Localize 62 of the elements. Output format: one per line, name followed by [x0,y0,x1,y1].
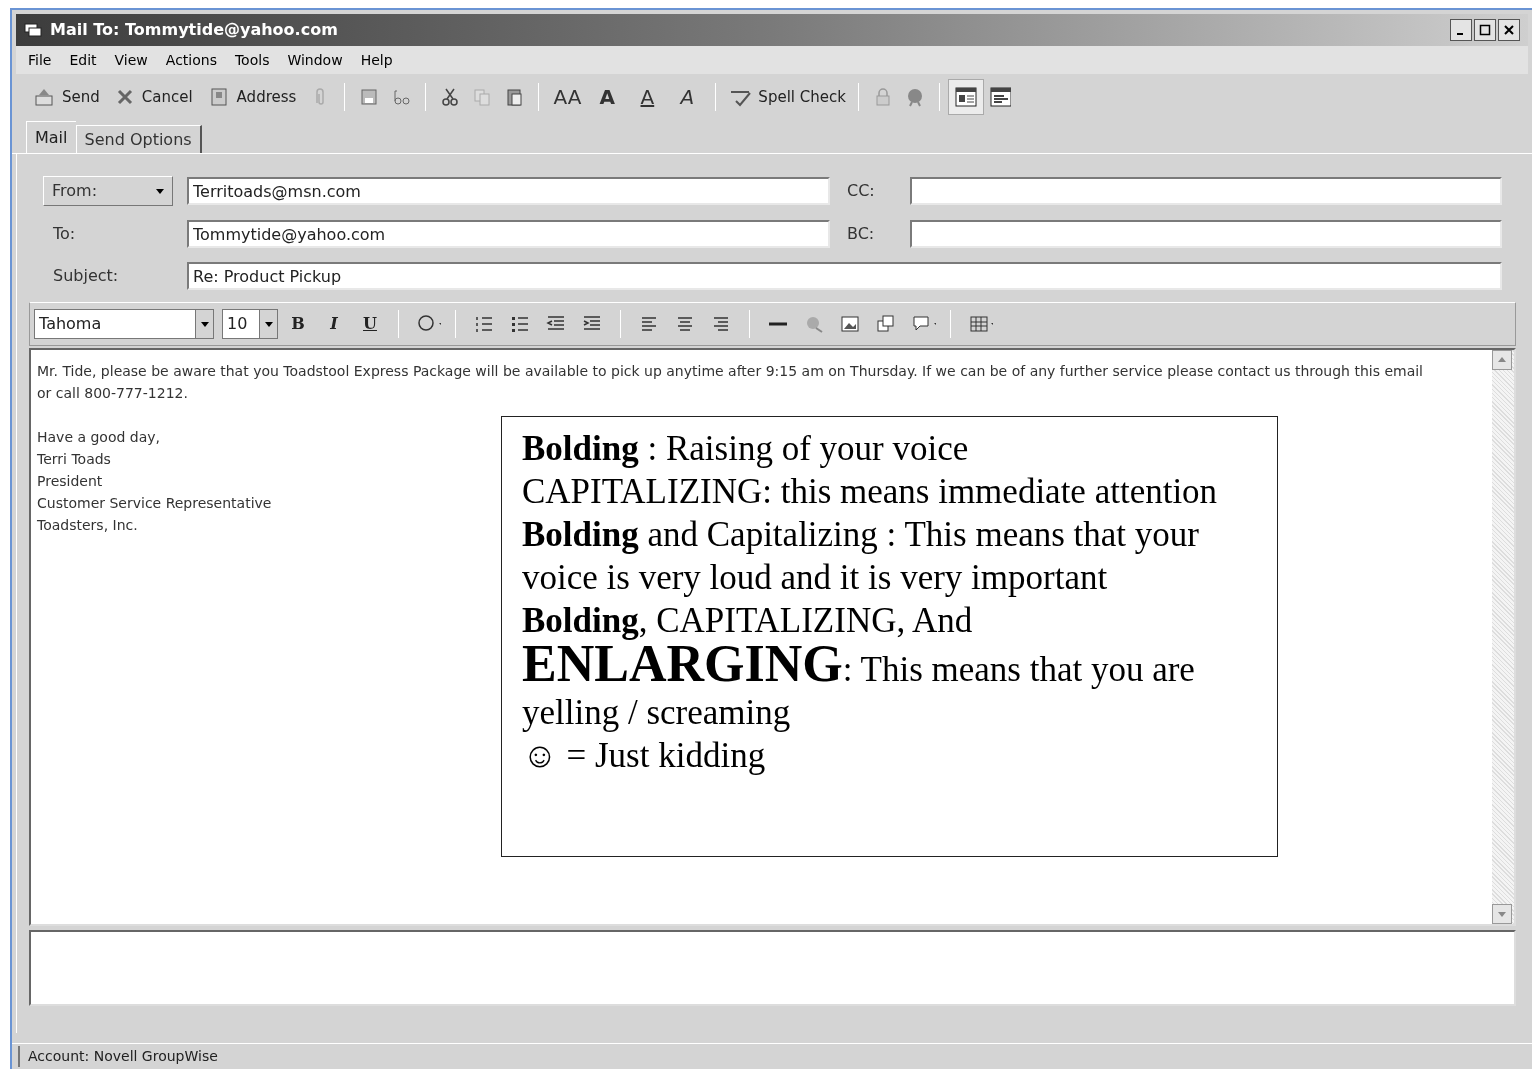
mail-icon [24,22,42,38]
menu-item[interactable]: Help [360,49,393,71]
bc-field[interactable] [910,220,1502,248]
to-field[interactable]: Tommytide@yahoo.com [187,220,830,248]
scroll-up-icon[interactable] [1492,350,1512,370]
font-style-button[interactable]: AA [547,81,588,113]
signature-line: Toadsters, Inc. [37,516,138,535]
subject-label: Subject: [52,265,120,287]
note-text: Bolding, CAPITALIZING, And ENLARGING: This means that you are yelling / screaming [522,600,1196,734]
italic-button[interactable]: I [318,312,350,336]
scroll-down-icon[interactable] [1492,904,1512,924]
tab[interactable]: Send Options [75,125,202,153]
close-button[interactable] [1498,19,1520,41]
address-button[interactable]: Address [200,81,305,113]
window-title: Mail To: Tommytide@yahoo.com [50,19,338,41]
to-label: To: [52,223,77,245]
menu-item[interactable]: Window [287,49,343,71]
close-icon [1503,24,1515,36]
menu-item[interactable]: File [28,49,52,71]
status-text: Account: Novell GroupWise [18,1046,218,1067]
font-style-button[interactable]: A [587,81,628,113]
signature-line: Terri Toads [37,450,111,469]
caret-icon [156,188,164,194]
maximize-button[interactable] [1474,19,1496,41]
menu-item[interactable]: Actions [165,49,217,71]
layout-view-icon [954,87,977,107]
bc-label: BC: [846,223,876,245]
send-button[interactable]: Send [26,81,108,113]
tray-arrow-icon [34,87,54,107]
minimize-button[interactable] [1450,19,1472,41]
note-text: Bolding : Raising of your voice [522,428,970,470]
signature-line: President [37,472,103,491]
caret-icon [200,321,209,327]
signature-line: Have a good day, [37,428,161,447]
x-icon [115,88,134,106]
note-text: ☺ = Just kidding [522,735,767,777]
signature-line: Customer Service Representative [37,494,272,513]
cancel-button[interactable]: Cancel [107,81,201,113]
cc-field[interactable] [910,177,1502,205]
menu-item[interactable]: View [114,49,148,71]
font-style-button[interactable]: A [667,81,708,113]
underline-button[interactable]: U [354,312,386,336]
menu-item[interactable]: Tools [234,49,270,71]
note-text: CAPITALIZING: this means immediate attention [522,471,1219,513]
from-field[interactable]: Territoads@msn.com [187,177,830,205]
subject-field[interactable]: Re: Product Pickup [187,262,1502,290]
minimize-icon [1456,33,1463,35]
address-book-icon [208,87,229,107]
menu-item[interactable]: Edit [69,49,97,71]
cc-label: CC: [846,180,876,202]
layout-view-button[interactable] [947,79,984,115]
body-paragraph: Mr. Tide, please be aware that you Toadstool Express Package will be available to pick up anytime after 9:15 am on Thursday. If we can be of any further service please contact us through this email or call 800-777-1212. [37,362,1424,403]
maximize-icon [1479,24,1491,36]
bold-button[interactable]: B [282,312,314,336]
tab[interactable]: Mail [26,121,76,153]
caret-icon [264,321,273,327]
spell-check-button[interactable]: Spell Check [724,81,850,113]
size-dropdown[interactable]: 10 [222,309,278,339]
font-style-button[interactable]: A [627,81,668,113]
from-dropdown[interactable]: From: [43,176,173,206]
font-dropdown[interactable]: Tahoma [34,309,214,339]
note-text: Bolding and Capitalizing : This means that your voice is very loud and it is very important [522,514,1200,599]
